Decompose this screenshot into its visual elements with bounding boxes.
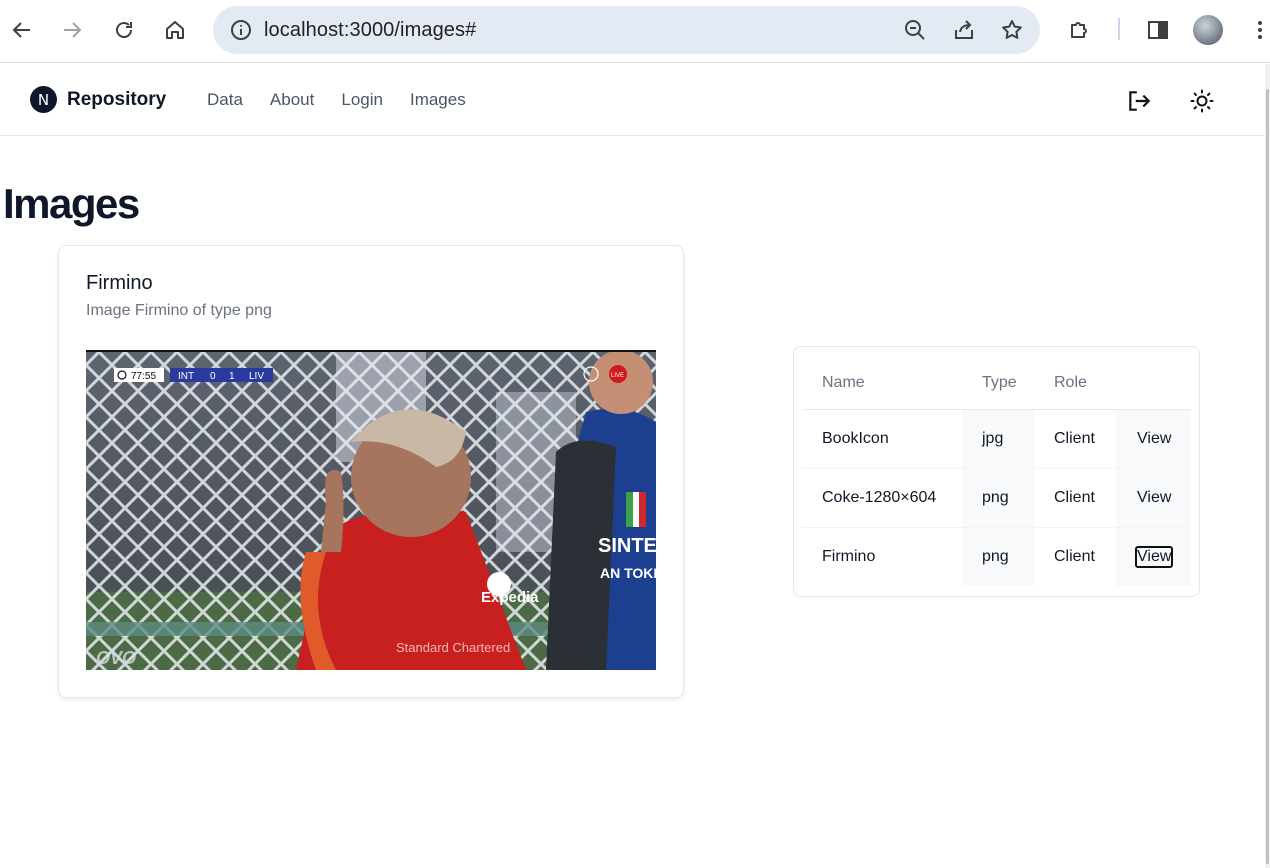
brand-name: Repository [67,88,167,110]
logout-icon[interactable] [1124,86,1154,116]
table-row: Firmino png Client View [803,527,1191,586]
nav-link-images[interactable]: Images [410,90,466,110]
zoom-out-icon[interactable] [903,18,927,42]
col-header-name: Name [803,357,963,410]
opponent-sponsor: SINTE [598,535,656,557]
cell-type: png [963,468,1035,528]
cell-name: Coke-1280×604 [803,468,963,528]
scrollbar-thumb[interactable] [1266,89,1269,864]
cell-type: jpg [963,409,1035,469]
view-button[interactable]: View [1135,428,1173,450]
cell-role: Client [1054,547,1095,565]
address-bar[interactable]: localhost:3000/images# [213,6,1040,54]
info-icon[interactable] [229,18,253,42]
scoreboard-home-score: 0 [210,371,216,382]
firmino-photo: 77:55 INT 0 1 LIV LIVE Expedia SINTE AN … [86,352,656,670]
site-header: N Repository Data About Login Images [0,64,1265,136]
table-header-row: Name Type Role [803,357,1191,410]
star-icon[interactable] [1000,18,1024,42]
kit-text: Standard Chartered [396,640,510,655]
view-button[interactable]: View [1135,487,1173,509]
main-nav: Data About Login Images [207,90,493,110]
reload-icon[interactable] [104,10,144,50]
col-header-type: Type [963,357,1035,410]
live-badge-text: LIVE [611,373,624,379]
cell-action: View [1116,527,1191,586]
kebab-menu-icon[interactable] [1242,12,1270,48]
nav-link-data[interactable]: Data [207,90,243,110]
broadcaster-watermark: OVO [96,648,136,668]
share-icon[interactable] [952,18,976,42]
page-scrollbar[interactable] [1265,64,1270,868]
image-preview: 77:55 INT 0 1 LIV LIVE Expedia SINTE AN … [86,350,656,670]
side-panel-icon[interactable] [1140,12,1176,48]
scoreboard-time: 77:55 [131,371,156,382]
col-header-role: Role [1035,357,1116,410]
puzzle-icon[interactable] [1061,12,1097,48]
brand-logo: N [30,86,57,113]
sun-icon[interactable] [1187,86,1217,116]
cell-name: Firmino [822,547,876,565]
back-arrow-icon[interactable] [2,10,42,50]
cell-action: View [1116,409,1191,469]
nav-link-about[interactable]: About [270,90,314,110]
card-title: Firmino [86,272,153,294]
brand-link[interactable]: N Repository [30,86,166,113]
shirt-sponsor: Expedia [481,589,539,606]
profile-avatar[interactable] [1193,15,1223,45]
opponent-sponsor-2: AN TOKE [600,565,656,581]
forward-arrow-icon[interactable] [52,10,92,50]
cell-type: png [963,527,1035,586]
cell-role: Client [1035,468,1116,528]
cell-name: BookIcon [803,409,963,469]
url-text[interactable]: localhost:3000/images# [264,19,476,42]
scoreboard-home: INT [178,371,194,382]
table-row: Coke-1280×604 png Client View [803,468,1191,528]
page-title: Images [3,180,140,227]
browser-toolbar: localhost:3000/images# [0,0,1270,63]
images-table-card: Name Type Role BookIcon jpg Client View … [793,346,1200,597]
table-row: BookIcon jpg Client View [803,409,1191,469]
card-description: Image Firmino of type png [86,302,272,319]
cell-action: View [1116,468,1191,528]
toolbar-divider [1118,18,1120,40]
col-header-action [1116,357,1191,410]
nav-link-login[interactable]: Login [341,90,383,110]
cell-role: Client [1035,409,1116,469]
home-icon[interactable] [155,10,195,50]
image-card: Firmino Image Firmino of type png 77:55 … [58,245,684,698]
scoreboard-away-score: 1 [229,371,235,382]
view-button[interactable]: View [1135,545,1174,568]
images-table: Name Type Role BookIcon jpg Client View … [803,357,1191,586]
scoreboard-away: LIV [249,371,264,382]
